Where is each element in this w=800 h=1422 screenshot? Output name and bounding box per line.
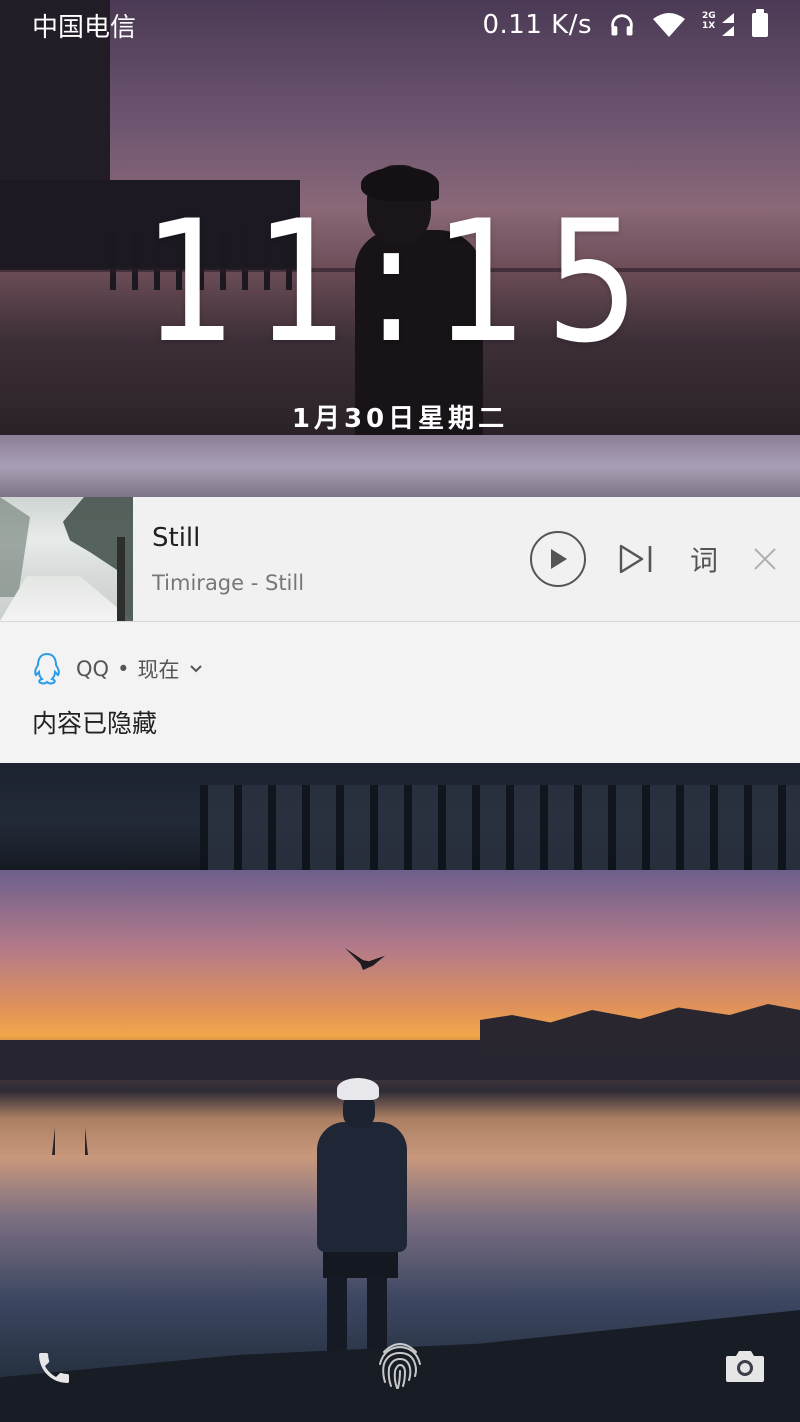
album-art bbox=[0, 497, 133, 621]
qq-app-name: QQ bbox=[76, 657, 110, 681]
sim-label-top: 2G bbox=[702, 11, 716, 21]
lockscreen-date: 1月30日星期二 bbox=[291, 404, 509, 434]
qq-separator: • bbox=[117, 657, 130, 681]
camera-icon bbox=[726, 1351, 764, 1382]
next-track-button[interactable] bbox=[616, 539, 656, 579]
fingerprint-sensor[interactable] bbox=[376, 1338, 424, 1392]
camera-shortcut[interactable] bbox=[724, 1348, 766, 1384]
qq-time: 现在 bbox=[137, 658, 180, 682]
next-icon bbox=[619, 544, 652, 574]
phone-shortcut[interactable] bbox=[34, 1348, 74, 1388]
carrier-label: 中国电信 bbox=[32, 12, 137, 43]
status-bar: 中国电信 0.11 K/s 2G 1X bbox=[0, 0, 800, 50]
person-silhouette-bottom bbox=[315, 1078, 410, 1368]
chevron-down-icon[interactable] bbox=[189, 662, 203, 676]
lyrics-button[interactable]: 词 bbox=[684, 539, 724, 579]
music-controls: 词 bbox=[530, 497, 800, 621]
close-notification-button[interactable] bbox=[750, 544, 780, 574]
qq-content: 内容已隐藏 bbox=[32, 709, 158, 738]
track-title: Still bbox=[152, 523, 201, 553]
lyrics-icon: 词 bbox=[689, 544, 718, 577]
music-info: Still Timirage - Still bbox=[133, 497, 530, 621]
qq-penguin-icon bbox=[32, 652, 62, 686]
bridge-structure bbox=[200, 785, 800, 870]
wallpaper-strip bbox=[0, 435, 800, 497]
status-icons: 0.11 K/s 2G 1X bbox=[482, 9, 768, 40]
play-button[interactable] bbox=[530, 531, 586, 587]
wifi-icon bbox=[652, 12, 686, 38]
headphones-icon bbox=[608, 11, 636, 39]
battery-icon bbox=[752, 9, 768, 37]
close-icon bbox=[754, 548, 776, 570]
fingerprint-icon bbox=[379, 1343, 421, 1389]
sim-label-bottom: 1X bbox=[702, 21, 716, 31]
network-speed: 0.11 K/s bbox=[482, 10, 592, 40]
play-icon bbox=[551, 549, 567, 569]
qq-notification[interactable]: QQ • 现在 内容已隐藏 bbox=[0, 622, 800, 763]
track-subtitle: Timirage - Still bbox=[152, 571, 305, 595]
qq-notification-header: QQ • 现在 bbox=[32, 652, 800, 686]
clock-time: 11:15 bbox=[142, 184, 658, 380]
lockscreen-clock: 11:15 bbox=[0, 195, 800, 370]
music-notification[interactable]: Still Timirage - Still 词 bbox=[0, 497, 800, 622]
signal-icon: 2G 1X bbox=[702, 11, 736, 39]
phone-icon bbox=[39, 1353, 69, 1383]
